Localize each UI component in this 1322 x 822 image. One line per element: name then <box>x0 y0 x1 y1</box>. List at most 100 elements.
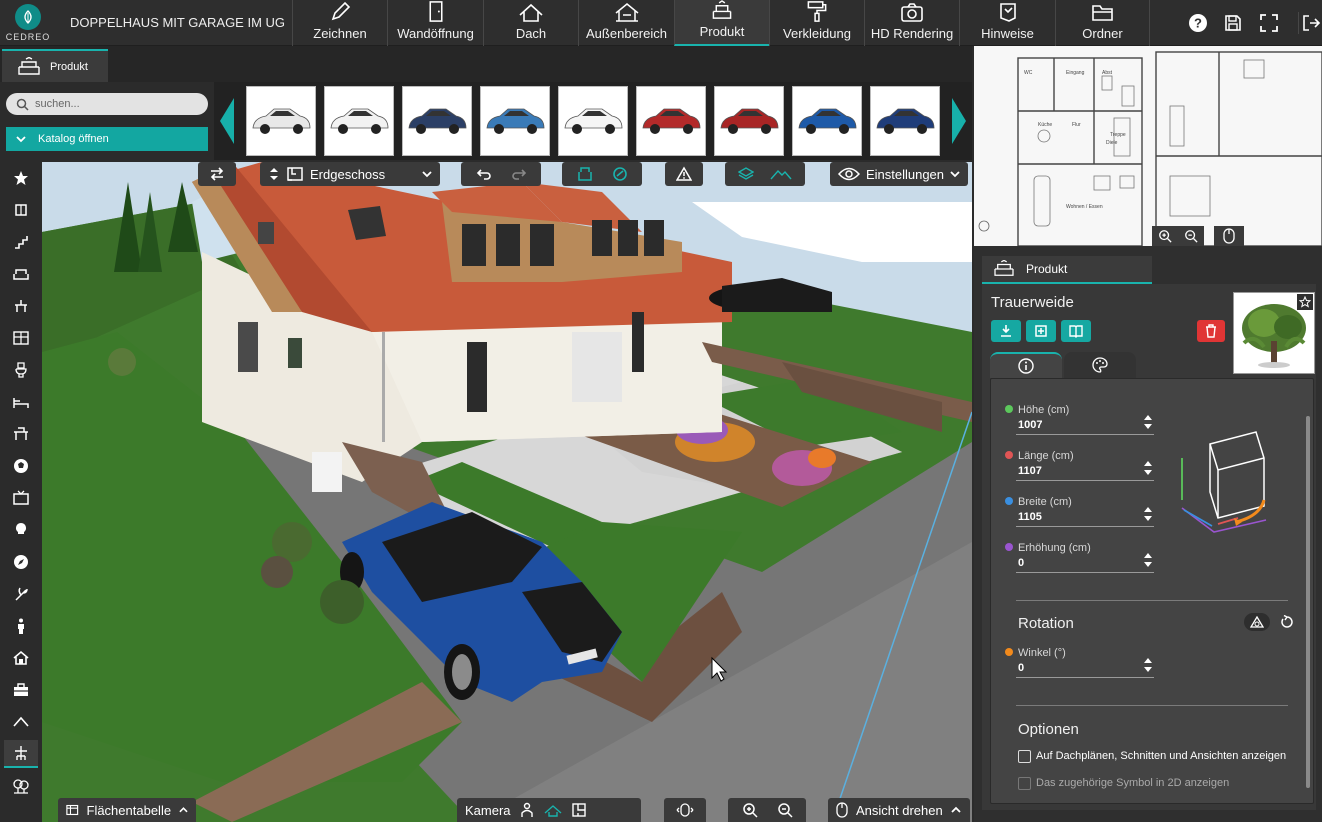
catalog-item-car[interactable] <box>792 86 862 156</box>
tab-appearance[interactable] <box>1064 352 1136 378</box>
tool-star[interactable] <box>4 164 38 192</box>
tool-kitchen[interactable] <box>4 324 38 352</box>
tool-bed[interactable] <box>4 388 38 416</box>
tool-plant[interactable] <box>4 580 38 608</box>
catalog-item-car[interactable] <box>714 86 784 156</box>
tool-sofa[interactable] <box>4 260 38 288</box>
search-box[interactable]: suchen... <box>6 93 208 115</box>
plan-mouse-button[interactable] <box>1214 226 1244 246</box>
field-spinner-icon[interactable] <box>1143 504 1153 524</box>
show-2d-symbol-checkbox[interactable] <box>1018 777 1031 790</box>
prev-arrow-icon[interactable] <box>220 98 234 144</box>
terrain-icon[interactable] <box>770 168 792 180</box>
search-input[interactable]: suchen... <box>35 98 80 110</box>
zoom-in-icon[interactable] <box>1158 229 1172 243</box>
zoom-in-icon[interactable] <box>742 802 758 818</box>
tool-toilet[interactable] <box>4 356 38 384</box>
catalog-item-car[interactable] <box>870 86 940 156</box>
next-arrow-icon[interactable] <box>952 98 966 144</box>
catalog-item-car[interactable] <box>480 86 550 156</box>
tool-garden-furniture[interactable] <box>4 740 38 768</box>
notes-icon <box>999 3 1016 22</box>
nav-zeichnen[interactable]: Zeichnen <box>292 0 387 46</box>
redo-icon[interactable] <box>511 167 527 181</box>
magnet-icon[interactable] <box>612 166 628 182</box>
3d-viewport[interactable]: Erdgeschoss Einstellungen <box>42 162 972 822</box>
project-title[interactable]: DOPPELHAUS MIT GARAGE IM UG <box>70 15 285 30</box>
field-value-input[interactable]: 1007 <box>1018 419 1042 431</box>
tab-produkt[interactable]: Produkt <box>2 49 108 82</box>
nav-dach[interactable]: Dach <box>483 0 578 46</box>
nav-hd-rendering[interactable]: HD Rendering <box>864 0 959 46</box>
2d-plan-preview[interactable]: WC Eingang Abst Küche Flur Treppe Diele … <box>974 46 1322 246</box>
tool-tv[interactable] <box>4 484 38 512</box>
catalog-item-car[interactable] <box>246 86 316 156</box>
angle-value[interactable]: 0 <box>1018 662 1024 674</box>
nav-aussenbereich[interactable]: Außenbereich <box>578 0 674 46</box>
save-icon[interactable] <box>1222 12 1244 34</box>
settings-button[interactable]: Einstellungen <box>830 162 968 186</box>
person-camera-icon[interactable] <box>519 802 535 818</box>
nav-ordner[interactable]: Ordner <box>1055 0 1150 46</box>
catalog-book-button[interactable] <box>1061 320 1091 342</box>
field-value-input[interactable]: 1107 <box>1018 465 1042 477</box>
zoom-out-icon[interactable] <box>777 802 793 818</box>
fullscreen-icon[interactable] <box>1258 12 1280 34</box>
field-spinner-icon[interactable] <box>1143 412 1153 432</box>
open-catalog-label: Katalog öffnen <box>38 133 109 145</box>
tool-toolbox[interactable] <box>4 676 38 704</box>
car-icon <box>252 108 311 134</box>
tool-house[interactable] <box>4 644 38 672</box>
nav-hinweise[interactable]: Hinweise <box>959 0 1055 46</box>
download-button[interactable] <box>991 320 1021 342</box>
reset-rotation-icon[interactable] <box>1278 613 1296 631</box>
3d-scene[interactable] <box>42 162 972 822</box>
nav-produkt[interactable]: Produkt <box>674 0 769 46</box>
tool-person[interactable] <box>4 612 38 640</box>
open-catalog-button[interactable]: Katalog öffnen <box>6 127 208 151</box>
field-value-input[interactable]: 0 <box>1018 557 1024 569</box>
show-on-plans-checkbox[interactable] <box>1018 750 1031 763</box>
panel-tab-produkt[interactable]: Produkt <box>982 256 1152 284</box>
field-spinner-icon[interactable] <box>1143 458 1153 478</box>
warning-button[interactable] <box>665 162 703 186</box>
field-value-input[interactable]: 1105 <box>1018 511 1042 523</box>
field-spinner-icon[interactable] <box>1143 550 1153 570</box>
zoom-out-icon[interactable] <box>1184 229 1198 243</box>
undo-icon[interactable] <box>476 167 492 181</box>
tool-office[interactable] <box>4 420 38 448</box>
delete-button[interactable] <box>1197 320 1225 342</box>
swap-button[interactable] <box>198 162 236 186</box>
catalog-item-car[interactable] <box>558 86 628 156</box>
tool-window[interactable] <box>4 196 38 224</box>
rotate-view-button[interactable]: Ansicht drehen <box>828 798 970 822</box>
tool-lamp[interactable] <box>4 516 38 544</box>
tab-info[interactable] <box>990 352 1062 378</box>
furniture-mode-icon[interactable] <box>576 166 594 182</box>
catalog-item-car[interactable] <box>324 86 394 156</box>
rotation-mode-button[interactable] <box>1244 613 1270 631</box>
tool-compass[interactable] <box>4 548 38 576</box>
plan-view-icon[interactable] <box>571 802 587 818</box>
tool-dining[interactable] <box>4 292 38 320</box>
scrollbar-thumb[interactable] <box>1306 416 1310 788</box>
mouse-mode-button[interactable] <box>664 798 706 822</box>
cedreo-logo[interactable]: CEDREO <box>0 0 56 46</box>
nav-wandoeffnung[interactable]: Wandöffnung <box>387 0 483 46</box>
logout-icon[interactable] <box>1298 12 1322 34</box>
favorite-star-icon[interactable] <box>1297 294 1313 310</box>
layers-icon[interactable] <box>738 167 754 181</box>
duplicate-button[interactable] <box>1026 320 1056 342</box>
nav-verkleidung[interactable]: Verkleidung <box>769 0 864 46</box>
tool-roof-line[interactable] <box>4 708 38 736</box>
area-table-button[interactable]: Flächentabelle <box>58 798 196 822</box>
catalog-item-car[interactable] <box>636 86 706 156</box>
tool-trees[interactable] <box>4 772 38 800</box>
floor-selector[interactable]: Erdgeschoss <box>260 162 440 186</box>
help-icon[interactable]: ? <box>1187 12 1209 34</box>
aerial-view-icon[interactable] <box>543 803 563 817</box>
tool-ball[interactable] <box>4 452 38 480</box>
catalog-item-car[interactable] <box>402 86 472 156</box>
tool-staircase[interactable] <box>4 228 38 256</box>
angle-spinner-icon[interactable] <box>1143 655 1153 675</box>
